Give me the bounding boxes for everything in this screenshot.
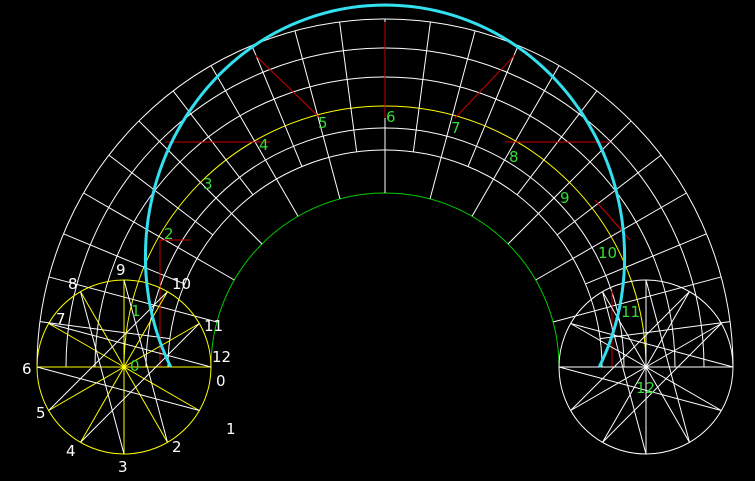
grid-spoke: [429, 30, 476, 200]
circle-spoke: [48, 323, 125, 368]
arc-point-label: 7: [451, 119, 461, 137]
left-circle-label: 0: [216, 372, 226, 390]
grid-spoke: [516, 90, 598, 196]
arc-point-label: 11: [621, 303, 640, 321]
left-center-label: 0: [130, 357, 140, 375]
left-circle-label: 6: [22, 360, 32, 378]
left-circle-label: 2: [172, 438, 182, 456]
arc-point-label: 1: [131, 302, 141, 320]
circle-spoke: [645, 366, 722, 411]
left-circle-label: 12: [212, 348, 231, 366]
left-circle-label: 8: [68, 275, 78, 293]
arc-point-label: 9: [560, 189, 570, 207]
left-circle-label: 9: [116, 261, 126, 279]
rolling-circle-end: [558, 279, 734, 455]
arc-point-label: 8: [509, 148, 519, 166]
arc-point-label: 3: [203, 175, 213, 193]
arc-point-label: 10: [598, 244, 617, 262]
arc-point-label: 6: [386, 108, 396, 126]
left-circle-label: 10: [172, 275, 191, 293]
grid-spoke: [172, 90, 254, 196]
arc-point-label: 2: [164, 225, 174, 243]
left-circle-label: 1: [226, 420, 236, 438]
left-circle-label: 7: [56, 310, 66, 328]
left-circle-label: 3: [118, 458, 128, 476]
grid-spoke: [412, 21, 431, 152]
left-circle-label: 11: [204, 317, 223, 335]
rolling-circle-start: [36, 279, 212, 455]
arc-point-label: 5: [318, 114, 328, 132]
left-circle-label: 5: [36, 404, 46, 422]
arc-point-label: 4: [259, 136, 269, 154]
circle-spoke: [123, 366, 168, 443]
left-circle-label: 4: [66, 442, 76, 460]
point-labels: 0123456789101112012345 6789101112: [22, 108, 655, 476]
cycloid-construction-diagram: 0123456789101112012345 6789101112: [0, 0, 755, 481]
grid-spoke: [339, 21, 358, 152]
grid-ring: [210, 192, 560, 368]
right-center-label: 12: [636, 379, 655, 397]
